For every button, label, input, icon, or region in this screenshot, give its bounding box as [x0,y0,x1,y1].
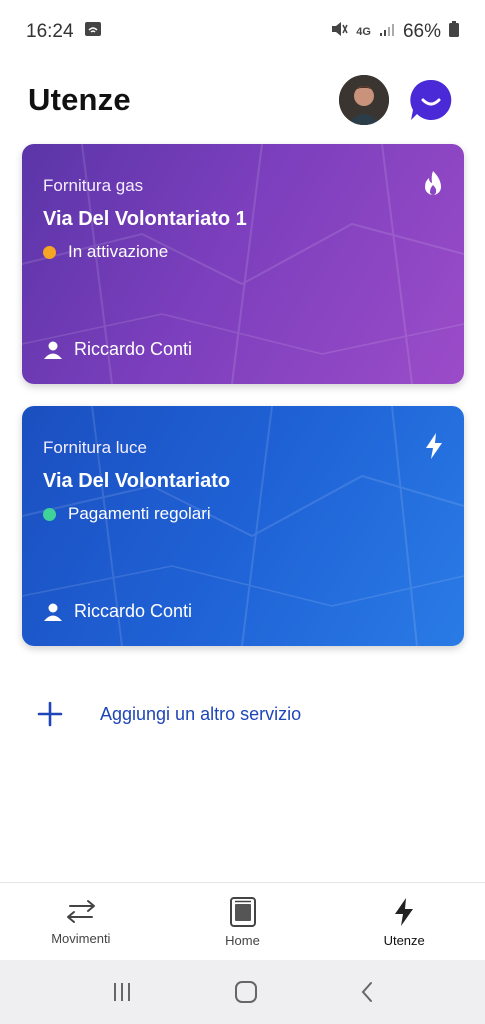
status-text: Pagamenti regolari [68,504,211,523]
network-type: 4G [356,26,371,38]
home-device-icon [229,897,256,927]
card-status: Pagamenti regolari [43,504,211,524]
gas-supply-card[interactable]: Fornitura gas Via Del Volontariato 1 In … [22,144,464,384]
page-title: Utenze [28,82,131,117]
holder-name: Riccardo Conti [74,601,193,621]
holder-name: Riccardo Conti [74,339,193,359]
nav-home[interactable]: Home [162,883,324,960]
plus-icon [37,701,63,727]
card-type: Fornitura luce [43,438,147,457]
card-holder: Riccardo Conti [43,601,192,622]
home-system-icon[interactable] [234,980,258,1004]
nav-utenze[interactable]: Utenze [323,883,485,960]
card-holder: Riccardo Conti [43,339,192,360]
recent-apps-icon[interactable] [111,981,133,1003]
nav-label: Utenze [383,933,425,948]
add-service-label: Aggiungi un altro servizio [100,703,302,724]
card-address: Via Del Volontariato 1 [43,208,247,230]
nav-label: Movimenti [51,931,111,946]
person-icon [44,341,62,359]
battery-percent: 66% [402,21,441,42]
person-icon [44,603,62,621]
add-service-button[interactable]: Aggiungi un altro servizio [36,700,301,728]
status-dot [43,507,56,521]
battery-icon [449,21,459,43]
status-bar: 16:24 4G 66% [0,0,485,64]
flame-icon [422,170,444,203]
electricity-supply-card[interactable]: Fornitura luce Via Del Volontariato Paga… [22,406,464,646]
status-time: 16:24 [26,21,74,42]
nav-label: Home [225,933,260,948]
wifi-call-icon [84,21,102,43]
bottom-nav: Movimenti Home Utenze [0,882,485,960]
back-icon[interactable] [359,981,375,1003]
avatar[interactable] [339,75,389,125]
card-status: In attivazione [43,242,168,262]
lightning-icon [424,432,444,465]
system-nav-bar [0,960,485,1024]
signal-icon [379,21,395,43]
nav-movimenti[interactable]: Movimenti [0,883,162,960]
card-type: Fornitura gas [43,176,144,195]
mute-icon [330,21,348,43]
card-address: Via Del Volontariato [43,470,231,492]
assistant-chat-icon[interactable] [409,78,453,122]
status-dot [43,245,56,259]
status-text: In attivazione [68,242,169,261]
page-header: Utenze [28,72,453,128]
lightning-icon [395,898,414,926]
transfer-arrows-icon [66,900,95,923]
